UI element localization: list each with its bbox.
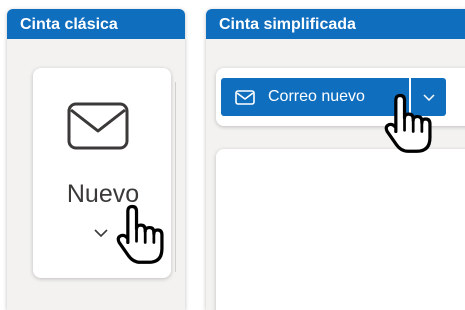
chevron-down-icon[interactable] bbox=[94, 229, 108, 237]
simplified-ribbon-title: Cinta simplificada bbox=[206, 9, 465, 39]
hand-pointer-icon bbox=[384, 93, 432, 153]
new-mail-button[interactable]: Correo nuevo bbox=[221, 78, 409, 116]
new-mail-button-label: Correo nuevo bbox=[268, 88, 365, 105]
classic-ribbon-title: Cinta clásica bbox=[7, 9, 185, 39]
content-area bbox=[216, 149, 465, 310]
ribbon-separator bbox=[175, 82, 176, 272]
simplified-ribbon-panel: Cinta simplificada Correo nuevo bbox=[206, 9, 465, 310]
mail-icon bbox=[235, 89, 255, 105]
mail-icon bbox=[67, 102, 129, 150]
hand-pointer-icon bbox=[116, 204, 164, 264]
